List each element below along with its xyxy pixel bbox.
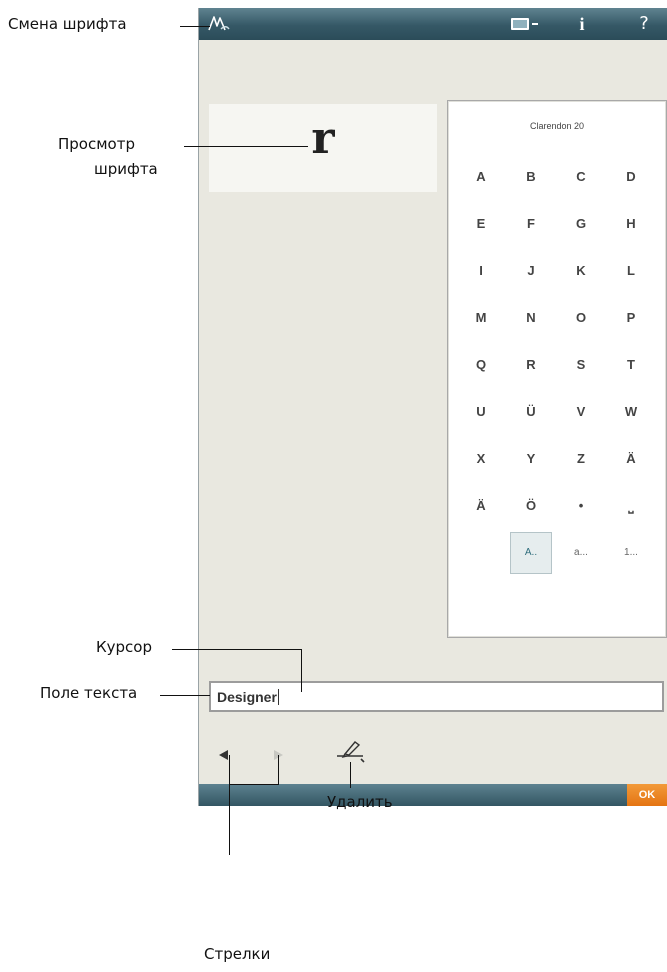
text-cursor <box>277 688 279 705</box>
text-field[interactable]: Designer <box>209 681 664 712</box>
key[interactable]: F <box>506 200 556 247</box>
key[interactable]: T <box>606 341 656 388</box>
delete-icon[interactable] <box>333 738 369 766</box>
key[interactable]: G <box>556 200 606 247</box>
key[interactable]: V <box>556 388 606 435</box>
key[interactable]: N <box>506 294 556 341</box>
space-key[interactable]: ⎵ <box>606 482 656 529</box>
leader-line-text-field <box>160 695 210 696</box>
key[interactable]: • <box>556 482 606 529</box>
callout-font-preview-line1: Просмотр <box>58 135 135 153</box>
arrow-left-icon[interactable] <box>219 750 228 760</box>
key[interactable]: B <box>506 153 556 200</box>
callout-delete: Удалить <box>327 793 393 811</box>
device-screen: i ? r Clarendon 20 A B C D E F G H I J K… <box>198 8 667 806</box>
font-preview: r <box>209 104 437 192</box>
leader-line-cursor-v <box>301 649 302 692</box>
font-change-icon[interactable] <box>207 13 231 35</box>
key[interactable]: U <box>456 388 506 435</box>
key[interactable]: K <box>556 247 606 294</box>
keyboard-grid: A B C D E F G H I J K L M N O P Q R S T … <box>456 153 656 576</box>
leader-line-arrows-join <box>229 784 279 785</box>
top-bar: i ? <box>199 8 667 40</box>
key[interactable]: R <box>506 341 556 388</box>
key[interactable]: A <box>456 153 506 200</box>
bottom-bar: OK <box>199 784 667 806</box>
key[interactable]: I <box>456 247 506 294</box>
leader-line-arrows-right <box>278 755 279 785</box>
callout-text-field: Поле текста <box>40 684 138 702</box>
mode-lowercase-button[interactable]: a... <box>556 529 606 576</box>
keyboard-panel: Clarendon 20 A B C D E F G H I J K L M N… <box>447 100 667 638</box>
export-icon[interactable] <box>507 13 541 35</box>
callout-font-change: Смена шрифта <box>8 15 127 33</box>
keyboard-empty-cell <box>456 529 506 576</box>
keyboard-font-title: Clarendon 20 <box>529 121 585 131</box>
mode-numbers-button[interactable]: 1... <box>606 529 656 576</box>
key[interactable]: Z <box>556 435 606 482</box>
help-icon[interactable]: ? <box>633 13 655 35</box>
callout-arrows: Стрелки <box>204 945 271 963</box>
key[interactable]: H <box>606 200 656 247</box>
leader-line-font-preview <box>184 146 308 147</box>
key[interactable]: W <box>606 388 656 435</box>
key[interactable]: P <box>606 294 656 341</box>
key[interactable]: Ü <box>506 388 556 435</box>
info-icon[interactable]: i <box>571 13 593 35</box>
key[interactable]: J <box>506 247 556 294</box>
key[interactable]: O <box>556 294 606 341</box>
key[interactable]: D <box>606 153 656 200</box>
key[interactable]: Y <box>506 435 556 482</box>
key[interactable]: E <box>456 200 506 247</box>
key[interactable]: M <box>456 294 506 341</box>
callout-cursor: Курсор <box>96 638 152 656</box>
mode-uppercase-button[interactable]: A.. <box>510 531 552 574</box>
key[interactable]: S <box>556 341 606 388</box>
leader-line-font-change <box>180 26 210 27</box>
key[interactable]: Ö <box>506 482 556 529</box>
leader-line-delete <box>350 762 351 788</box>
key[interactable]: Ä <box>456 482 506 529</box>
leader-line-arrows-left <box>229 755 230 855</box>
key[interactable]: L <box>606 247 656 294</box>
ok-button[interactable]: OK <box>627 784 667 806</box>
font-preview-char: r <box>311 113 335 164</box>
key[interactable]: X <box>456 435 506 482</box>
key[interactable]: Ä <box>606 435 656 482</box>
key[interactable]: C <box>556 153 606 200</box>
callout-font-preview-line2: шрифта <box>94 160 158 178</box>
leader-line-cursor-h <box>172 649 302 650</box>
text-field-value: Designer <box>217 688 277 705</box>
key[interactable]: Q <box>456 341 506 388</box>
